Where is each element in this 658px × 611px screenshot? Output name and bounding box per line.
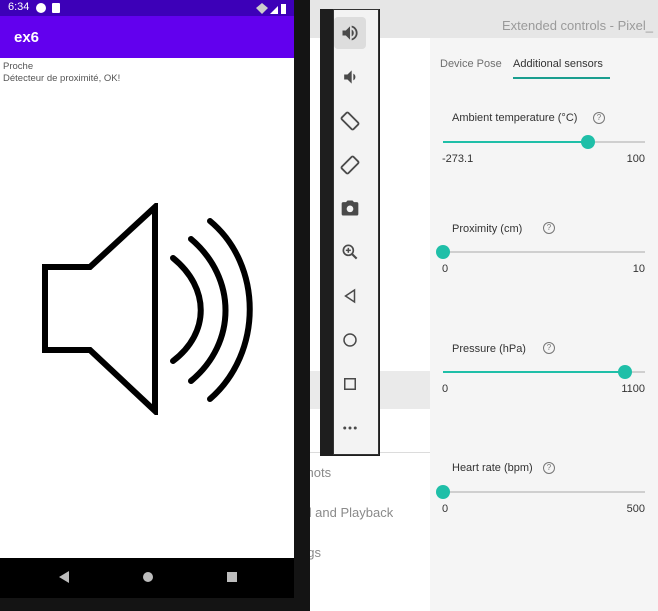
app-content: Proche Détecteur de proximité, OK! [0,58,294,558]
camera-icon[interactable] [334,192,366,224]
slider-fill [443,371,625,373]
rotate-right-icon[interactable] [334,149,366,181]
nav-item-record-playback[interactable]: rd and Playback [300,505,393,520]
sensor-label-heart-rate: Heart rate (bpm) [452,462,533,474]
sensor-label-pressure: Pressure (hPa) [452,343,526,355]
speaker-volume-icon [42,203,253,415]
tab-device-pose[interactable]: Device Pose [440,58,502,70]
notification-icon [36,3,46,13]
slider-min-label: 0 [442,383,449,395]
slider-max-label: 500 [626,503,645,515]
status-time: 6:34 [8,1,30,13]
app-title: ex6 [14,29,40,46]
slider-fill [443,141,589,143]
sensor-label-ambient-temperature: Ambient temperature (°C) [452,112,578,124]
volume-up-icon[interactable] [334,17,366,49]
slider-thumb[interactable] [436,245,450,259]
slider-min-label: 0 [442,503,449,515]
more-icon[interactable] [334,412,366,444]
slider-thumb[interactable] [436,485,450,499]
help-icon[interactable]: ? [543,222,555,234]
home-icon[interactable] [334,324,366,356]
slider-max-label: 1100 [621,383,645,395]
slider-heart-rate[interactable] [436,485,645,499]
app-bar [0,16,294,58]
help-icon[interactable]: ? [543,462,555,474]
slider-ambient-temperature[interactable] [443,135,645,149]
back-icon[interactable] [334,280,366,312]
detector-message-text: Détecteur de proximité, OK! [3,73,121,84]
zoom-icon[interactable] [334,236,366,268]
tab-additional-sensors[interactable]: Additional sensors [513,58,603,70]
slider-min-label: -273.1 [442,153,474,165]
sd-card-icon [52,3,60,13]
help-icon[interactable]: ? [593,112,605,124]
nav-overview-icon[interactable] [227,572,237,582]
slider-min-label: 0 [442,263,449,275]
help-icon[interactable]: ? [543,342,555,354]
rotate-left-icon[interactable] [334,105,366,137]
slider-max-label: 100 [626,153,645,165]
slider-proximity[interactable] [436,245,645,259]
active-tab-indicator [513,77,610,79]
proximity-state-text: Proche [3,61,34,72]
volume-down-icon[interactable] [334,61,366,93]
window-title: Extended controls - Pixel_ [502,18,654,33]
signal-battery-icon [256,3,286,14]
nav-home-icon[interactable] [143,572,153,582]
slider-max-label: 10 [632,263,645,275]
sensor-label-proximity: Proximity (cm) [452,223,523,235]
slider-thumb[interactable] [617,365,632,379]
nav-back-icon[interactable] [58,571,70,583]
slider-pressure[interactable] [443,365,645,379]
overview-icon[interactable] [334,368,366,400]
